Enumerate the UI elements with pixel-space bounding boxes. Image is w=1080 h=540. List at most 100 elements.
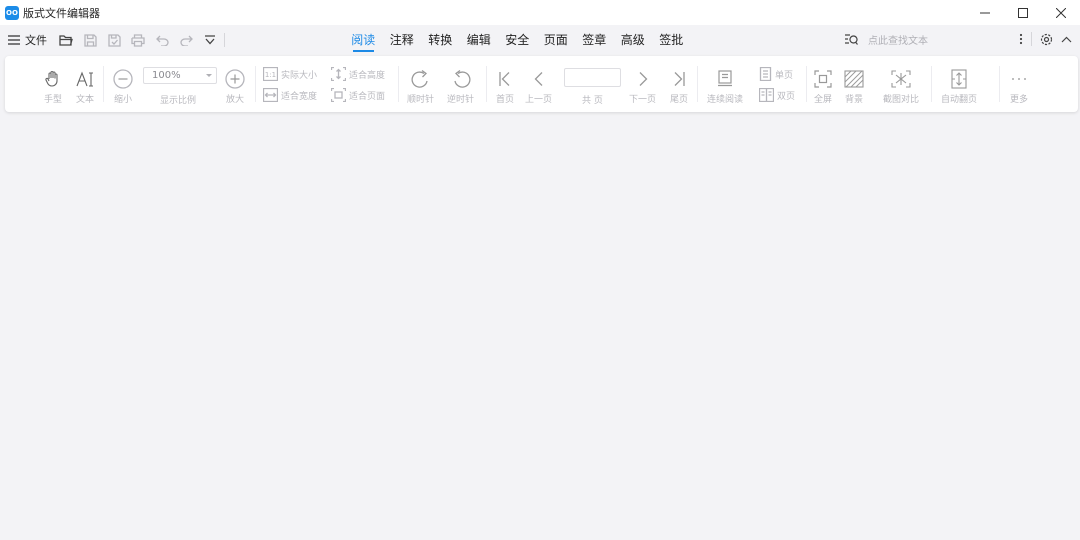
tab-security[interactable]: 安全: [498, 25, 537, 55]
window-title: 版式文件编辑器: [23, 6, 100, 20]
auto-scroll-label: 自动翻页: [941, 95, 978, 105]
zoom-value: 100%: [152, 70, 181, 81]
save-icon: [83, 33, 97, 47]
divider: [398, 66, 399, 102]
rotate-clockwise-label: 顺时针: [407, 95, 435, 105]
continuous-read-icon: [718, 70, 732, 87]
horizontal-dots-icon: [1012, 78, 1026, 80]
zoom-in-button[interactable]: 放大: [224, 68, 246, 105]
tab-convert[interactable]: 转换: [421, 25, 460, 55]
fullscreen-label: 全屏: [813, 95, 832, 105]
collapse-ribbon-button[interactable]: [1061, 36, 1072, 43]
actual-size-label: 实际大小: [281, 70, 318, 81]
page-number-input[interactable]: [564, 68, 621, 87]
single-page-button[interactable]: 单页: [759, 67, 793, 81]
save-button[interactable]: [82, 32, 98, 48]
tab-edit[interactable]: 编辑: [460, 25, 499, 55]
app-logo-text: OO: [6, 8, 18, 17]
search-input[interactable]: 点此查找文本: [868, 32, 928, 47]
open-folder-button[interactable]: [58, 32, 74, 48]
file-menu-label: 文件: [25, 34, 47, 47]
search-box[interactable]: 点此查找文本: [844, 32, 928, 47]
first-page-button[interactable]: 首页: [494, 68, 516, 105]
redo-button[interactable]: [178, 32, 194, 48]
zoom-in-icon: [225, 69, 245, 89]
background-label: 背景: [844, 95, 863, 105]
tab-advanced[interactable]: 高级: [614, 25, 653, 55]
hand-tool-button[interactable]: 手型: [42, 68, 64, 105]
fit-width-label: 适合宽度: [281, 91, 318, 102]
chevron-up-icon: [1061, 36, 1072, 42]
continuous-read-label: 连续阅读: [707, 95, 744, 105]
close-icon: [1056, 7, 1066, 18]
last-page-button[interactable]: 尾页: [668, 68, 690, 105]
fit-height-label: 适合高度: [349, 70, 386, 81]
ribbon-toolbar: 手型 文本 缩小 100% 显示比例 放大 1:1 实际大小 适合宽度 适合高度…: [5, 56, 1078, 112]
file-menu-button[interactable]: 文件: [8, 32, 47, 48]
last-page-label: 尾页: [669, 95, 688, 105]
fit-height-button[interactable]: 适合高度: [331, 67, 385, 81]
divider: [486, 66, 487, 102]
text-tool-button[interactable]: 文本: [74, 68, 96, 105]
tab-approve[interactable]: 签批: [652, 25, 691, 55]
previous-page-button[interactable]: 上一页: [525, 68, 552, 105]
gear-icon: [1040, 33, 1053, 45]
hand-icon: [45, 70, 58, 87]
screenshot-compare-icon: [891, 70, 911, 88]
fit-page-icon: [331, 88, 346, 102]
single-page-label: 单页: [775, 70, 794, 81]
more-tools-button[interactable]: 更多: [1008, 68, 1030, 105]
zoom-label: 显示比例: [160, 96, 197, 106]
search-text-icon: [845, 34, 858, 45]
continuous-read-button[interactable]: 连续阅读: [707, 68, 743, 105]
fit-page-button[interactable]: 适合页面: [331, 88, 385, 102]
actual-size-button[interactable]: 1:1 实际大小: [263, 67, 317, 81]
maximize-icon: [1018, 7, 1028, 18]
background-button[interactable]: 背景: [843, 68, 865, 105]
customize-quick-access-button[interactable]: [202, 32, 218, 48]
fit-width-icon: [263, 88, 278, 102]
rotate-counterclockwise-button[interactable]: 逆时针: [447, 68, 474, 105]
save-as-button[interactable]: [106, 32, 122, 48]
hand-tool-label: 手型: [43, 95, 62, 105]
document-area[interactable]: [0, 118, 1080, 540]
text-tool-label: 文本: [75, 95, 94, 105]
more-options-button[interactable]: [1019, 33, 1023, 45]
minimize-button[interactable]: [966, 0, 1004, 25]
chevron-right-icon: [639, 72, 647, 86]
zoom-select[interactable]: 100%: [143, 67, 217, 84]
auto-scroll-button[interactable]: 自动翻页: [941, 68, 977, 105]
text-select-icon: [76, 71, 93, 87]
double-page-icon: [759, 88, 774, 102]
fit-width-button[interactable]: 适合宽度: [263, 88, 317, 102]
undo-button[interactable]: [154, 32, 170, 48]
rotate-counterclockwise-label: 逆时针: [447, 95, 475, 105]
tab-read[interactable]: 阅读: [344, 25, 383, 55]
next-page-button[interactable]: 下一页: [629, 68, 656, 105]
auto-scroll-icon: [951, 69, 967, 89]
zoom-in-label: 放大: [225, 95, 244, 105]
divider: [806, 66, 807, 102]
zoom-out-button[interactable]: 缩小: [112, 68, 134, 105]
double-page-button[interactable]: 双页: [759, 88, 795, 102]
divider: [255, 66, 256, 102]
chevron-left-icon: [534, 72, 542, 86]
screenshot-compare-button[interactable]: 截图对比: [883, 68, 919, 105]
print-button[interactable]: [130, 32, 146, 48]
chevron-down-icon: [205, 35, 215, 45]
maximize-button[interactable]: [1004, 0, 1042, 25]
close-button[interactable]: [1042, 0, 1080, 25]
fit-height-icon: [331, 67, 346, 81]
more-tools-label: 更多: [1009, 95, 1028, 105]
next-page-label: 下一页: [629, 95, 657, 105]
rotate-clockwise-button[interactable]: 顺时针: [407, 68, 434, 105]
tab-page[interactable]: 页面: [537, 25, 576, 55]
zoom-out-icon: [113, 69, 133, 89]
hamburger-icon: [8, 35, 20, 45]
fullscreen-button[interactable]: 全屏: [812, 68, 834, 105]
tab-signature[interactable]: 签章: [575, 25, 614, 55]
tab-annotate[interactable]: 注释: [383, 25, 422, 55]
settings-button[interactable]: [1040, 33, 1053, 46]
vertical-dots-icon: [1019, 33, 1023, 45]
rotate-counterclockwise-icon: [453, 69, 470, 88]
